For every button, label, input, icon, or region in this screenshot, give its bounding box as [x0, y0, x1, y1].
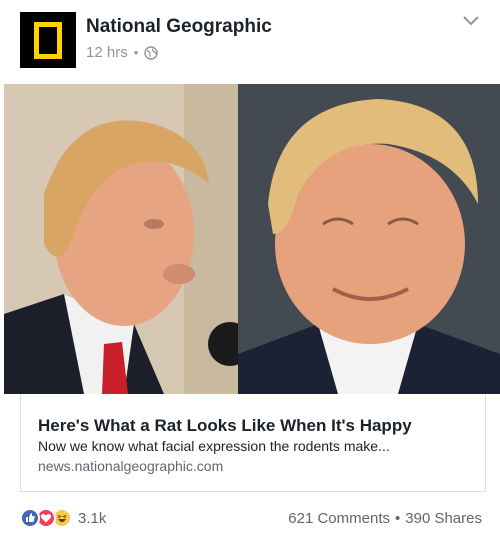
comments-count[interactable]: 621 Comments	[288, 510, 390, 527]
link-preview[interactable]: Here's What a Rat Looks Like When It's H…	[20, 394, 486, 492]
meta-separator: •	[133, 45, 139, 60]
link-title[interactable]: Here's What a Rat Looks Like When It's H…	[38, 416, 412, 436]
reaction-count: 3.1k	[78, 509, 107, 527]
post-card: National Geographic 12 hrs • Here's What…	[0, 0, 500, 541]
post-header: National Geographic 12 hrs •	[0, 0, 500, 84]
reactions-summary[interactable]: 3.1k	[20, 508, 106, 528]
engagement-stats: 621 Comments • 390 Shares	[288, 510, 482, 527]
natgeo-logo-icon	[34, 22, 62, 59]
globe-icon[interactable]	[144, 45, 158, 60]
link-image[interactable]	[0, 84, 500, 394]
stats-separator: •	[395, 510, 401, 527]
post-footer: 3.1k 621 Comments • 390 Shares	[0, 500, 500, 536]
page-name[interactable]: National Geographic	[86, 16, 272, 38]
page-avatar[interactable]	[20, 12, 76, 68]
link-description: Now we know what facial expression the r…	[38, 438, 390, 454]
like-icon	[20, 508, 40, 528]
right-photo	[238, 84, 500, 394]
chevron-down-icon[interactable]	[462, 14, 480, 28]
shares-count[interactable]: 390 Shares	[405, 510, 482, 527]
timestamp[interactable]: 12 hrs	[86, 44, 128, 61]
post-meta: 12 hrs •	[86, 44, 158, 61]
left-photo	[4, 84, 238, 394]
link-domain: news.nationalgeographic.com	[38, 458, 224, 474]
